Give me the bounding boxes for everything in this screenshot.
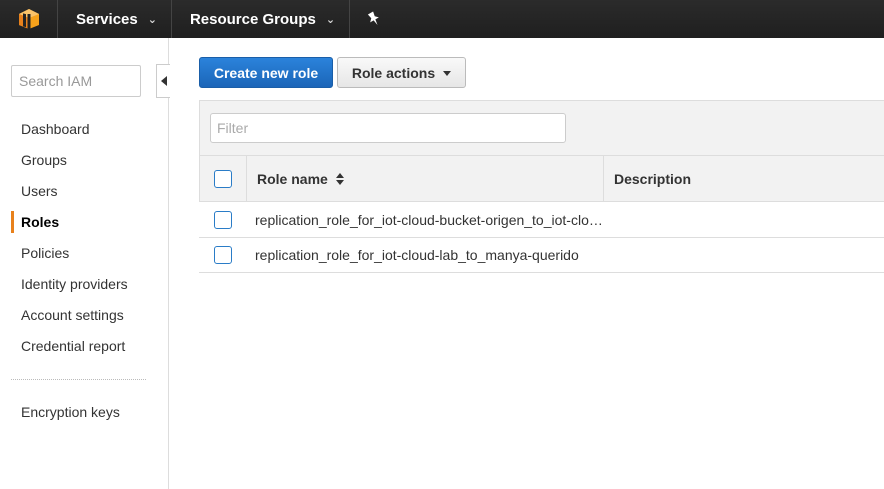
row-checkbox-cell: [199, 211, 246, 229]
row-checkbox[interactable]: [213, 246, 232, 264]
header-checkbox-cell: [200, 156, 247, 201]
role-name-link[interactable]: replication_role_for_iot-cloud-bucket-or…: [246, 212, 603, 228]
top-nav-bar: Services ⌄ Resource Groups ⌄: [0, 0, 884, 38]
row-checkbox-cell: [199, 246, 246, 264]
role-actions-button[interactable]: Role actions: [337, 57, 466, 88]
sidebar-item-credential-report[interactable]: Credential report: [0, 335, 168, 366]
sidebar-nav: Dashboard Groups Users Roles Policies Id…: [0, 118, 168, 366]
select-all-checkbox[interactable]: [214, 169, 232, 188]
sidebar-item-encryption-keys[interactable]: Encryption keys: [21, 404, 120, 420]
services-label: Services: [76, 10, 138, 28]
aws-cube-icon: [18, 9, 39, 29]
collapse-sidebar-button[interactable]: [156, 64, 170, 98]
sidebar-item-roles[interactable]: Roles: [0, 211, 168, 242]
create-new-role-button[interactable]: Create new role: [199, 57, 333, 88]
search-iam-input[interactable]: [11, 65, 141, 97]
resource-groups-menu[interactable]: Resource Groups ⌄: [172, 0, 351, 38]
table-header: Role name Description: [199, 155, 884, 202]
column-header-role-name[interactable]: Role name: [247, 156, 604, 201]
filter-input[interactable]: [210, 113, 566, 143]
sidebar-item-account-settings[interactable]: Account settings: [0, 304, 168, 335]
pushpin-icon: [367, 11, 379, 26]
role-name-link[interactable]: replication_role_for_iot-cloud-lab_to_ma…: [246, 247, 603, 263]
table-row[interactable]: replication_role_for_iot-cloud-bucket-or…: [199, 203, 884, 238]
row-checkbox[interactable]: [213, 211, 232, 229]
filter-bar: [199, 100, 884, 156]
services-menu[interactable]: Services ⌄: [58, 0, 172, 38]
chevron-down-icon: ⌄: [147, 13, 157, 26]
sidebar-item-dashboard[interactable]: Dashboard: [0, 118, 168, 149]
column-header-label: Role name: [257, 170, 328, 187]
resource-groups-label: Resource Groups: [189, 10, 316, 28]
sidebar-divider: [11, 379, 146, 380]
sidebar: Dashboard Groups Users Roles Policies Id…: [0, 38, 170, 489]
sidebar-item-identity-providers[interactable]: Identity providers: [0, 273, 168, 304]
sidebar-item-users[interactable]: Users: [0, 180, 168, 211]
caret-down-icon: [443, 71, 452, 77]
sort-icon: [335, 172, 344, 185]
sidebar-item-policies[interactable]: Policies: [0, 242, 168, 273]
column-header-label: Description: [614, 170, 692, 187]
caret-left-icon: [160, 76, 167, 86]
aws-logo[interactable]: [0, 0, 58, 38]
table-row[interactable]: replication_role_for_iot-cloud-lab_to_ma…: [199, 238, 884, 273]
chevron-down-icon: ⌄: [325, 13, 336, 26]
role-actions-label: Role actions: [351, 64, 436, 81]
column-header-description[interactable]: Description: [604, 156, 884, 201]
sidebar-item-groups[interactable]: Groups: [0, 149, 168, 180]
pin-button[interactable]: [350, 0, 398, 38]
